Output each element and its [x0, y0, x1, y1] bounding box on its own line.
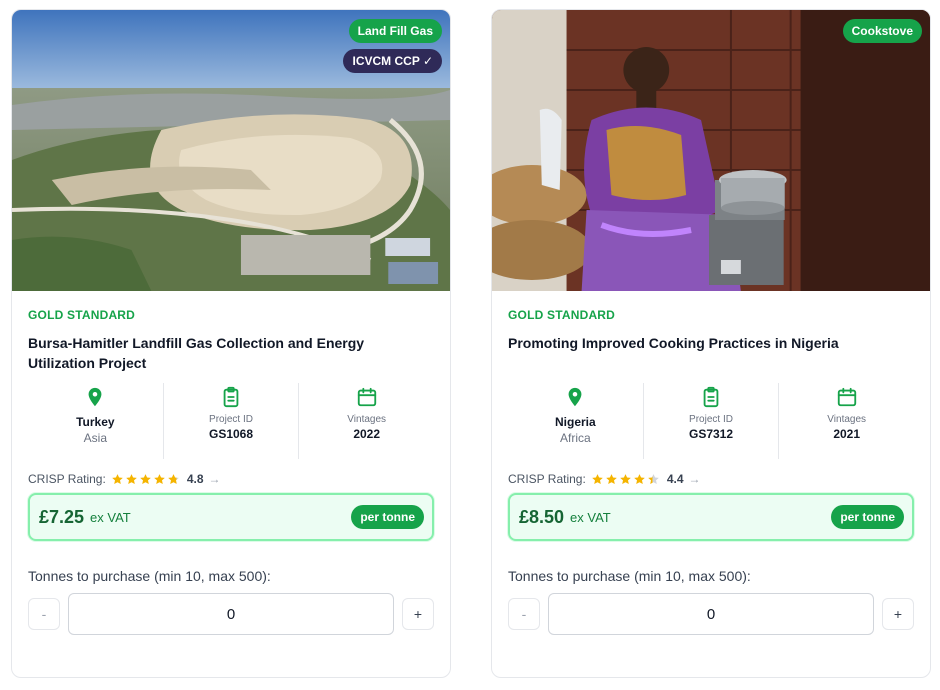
price-box: £7.25 ex VAT per tonne	[28, 493, 434, 541]
vintages-stat: Vintages 2021	[779, 383, 914, 459]
star-rating	[111, 473, 181, 486]
icvcm-ccp-badge: ICVCM CCP ✓	[343, 49, 442, 73]
rating-score: 4.8	[186, 472, 204, 486]
project-id: GS7312	[688, 427, 734, 441]
star-icon	[140, 473, 151, 484]
category-tag: Cookstove	[842, 19, 922, 43]
star-icon	[648, 473, 659, 484]
standard-label: GOLD STANDARD	[28, 308, 136, 322]
star-icon	[620, 473, 631, 484]
crisp-rating[interactable]: CRISP Rating: 4.4 →	[508, 471, 914, 487]
vintages-stat: Vintages 2022	[299, 383, 434, 459]
location-pin-icon	[88, 387, 102, 407]
quantity-stepper: - 0 +	[28, 593, 434, 635]
project-image-cookstove[interactable]: Cookstove	[492, 10, 930, 291]
star-icon	[168, 473, 179, 484]
quantity-input[interactable]: 0	[68, 593, 394, 635]
location-stat: Turkey Asia	[28, 383, 164, 459]
project-title[interactable]: Bursa-Hamitler Landfill Gas Collection a…	[28, 333, 434, 373]
per-tonne-badge: per tonne	[831, 505, 904, 529]
calendar-icon	[837, 387, 856, 407]
star-icon	[154, 473, 165, 484]
quantity-label: Tonnes to purchase (min 10, max 500):	[508, 568, 751, 584]
vintages-value: 2021	[833, 427, 861, 441]
quantity-input[interactable]: 0	[548, 593, 874, 635]
rating-label: CRISP Rating:	[508, 472, 586, 486]
calendar-icon	[357, 387, 376, 407]
rating-score: 4.4	[666, 472, 684, 486]
project-title[interactable]: Promoting Improved Cooking Practices in …	[508, 333, 914, 373]
price-box: £8.50 ex VAT per tonne	[508, 493, 914, 541]
standard-label: GOLD STANDARD	[508, 308, 616, 322]
quantity-label: Tonnes to purchase (min 10, max 500):	[28, 568, 271, 584]
project-card[interactable]: Land Fill Gas ICVCM CCP ✓ GOLD STANDARD …	[11, 9, 451, 678]
per-tonne-badge: per tonne	[351, 505, 424, 529]
star-icon	[592, 473, 603, 484]
quantity-stepper: - 0 +	[508, 593, 914, 635]
cookstove-photo	[492, 10, 930, 291]
project-id-label: Project ID	[209, 414, 253, 425]
category-tag: Land Fill Gas	[348, 19, 442, 43]
project-image-landfill[interactable]: Land Fill Gas ICVCM CCP ✓	[12, 10, 450, 291]
project-id-stat: Project ID GS7312	[644, 383, 780, 459]
clipboard-icon	[703, 386, 719, 408]
clipboard-icon	[223, 386, 239, 408]
star-icon	[606, 473, 617, 484]
star-icon	[634, 473, 645, 484]
arrow-right-icon[interactable]: →	[689, 472, 701, 486]
region: Asia	[83, 431, 107, 445]
project-stats: Turkey Asia Project ID GS1068 Vintages 2…	[28, 383, 434, 459]
decrement-button[interactable]: -	[508, 598, 540, 630]
project-id-stat: Project ID GS1068	[164, 383, 300, 459]
vat-note: ex VAT	[90, 509, 131, 525]
location-stat: Nigeria Africa	[508, 383, 644, 459]
increment-button[interactable]: +	[402, 598, 434, 630]
country: Nigeria	[554, 415, 596, 429]
project-stats: Nigeria Africa Project ID GS7312 Vintage…	[508, 383, 914, 459]
price-amount: £7.25	[39, 506, 85, 527]
region: Africa	[559, 431, 591, 445]
vintages-label: Vintages	[827, 414, 867, 425]
vintages-label: Vintages	[347, 414, 387, 425]
location-pin-icon	[568, 387, 582, 407]
rating-label: CRISP Rating:	[28, 472, 106, 486]
price-amount: £8.50	[519, 506, 565, 527]
star-rating	[591, 473, 661, 486]
crisp-rating[interactable]: CRISP Rating: 4.8 →	[28, 471, 434, 487]
project-id-label: Project ID	[689, 414, 733, 425]
project-id: GS1068	[208, 427, 254, 441]
star-icon	[112, 473, 123, 484]
increment-button[interactable]: +	[882, 598, 914, 630]
vat-note: ex VAT	[570, 509, 611, 525]
vintages-value: 2022	[353, 427, 381, 441]
country: Turkey	[76, 415, 115, 429]
arrow-right-icon[interactable]: →	[209, 472, 221, 486]
star-icon	[126, 473, 137, 484]
project-card[interactable]: Cookstove GOLD STANDARD Promoting Improv…	[491, 9, 931, 678]
decrement-button[interactable]: -	[28, 598, 60, 630]
